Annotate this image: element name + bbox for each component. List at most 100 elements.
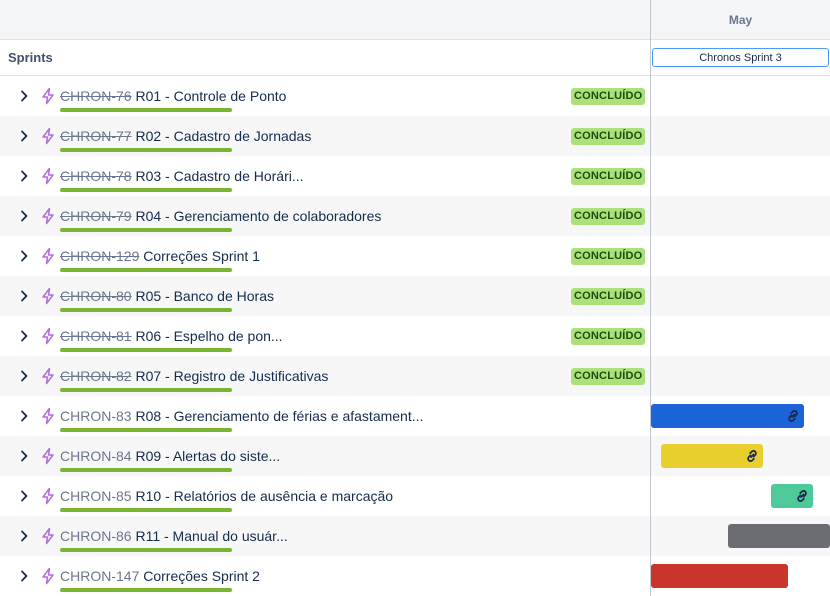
progress-bar	[60, 348, 232, 352]
issue-key[interactable]: CHRON-147	[60, 568, 139, 584]
issue-key[interactable]: CHRON-79	[60, 208, 132, 224]
progress-bar	[60, 388, 232, 392]
timeline-row	[651, 556, 830, 596]
epic-lightning-icon	[39, 127, 57, 145]
timeline-row	[651, 276, 830, 316]
epic-lightning-icon	[39, 367, 57, 385]
timeline-row	[651, 76, 830, 116]
issue-title: R07 - Registro de Justificativas	[135, 368, 329, 384]
epic-lightning-icon	[39, 207, 57, 225]
timeline-bar[interactable]	[651, 564, 788, 588]
chevron-right-icon[interactable]	[17, 569, 31, 583]
issue-key[interactable]: CHRON-84	[60, 448, 132, 464]
progress-bar	[60, 268, 232, 272]
issue-row[interactable]: CHRON-82 R07 - Registro de Justificativa…	[0, 356, 651, 396]
issue-title: R01 - Controle de Ponto	[135, 88, 287, 104]
issue-summary[interactable]: CHRON-129 Correções Sprint 1	[60, 248, 260, 264]
issue-row[interactable]: CHRON-78 R03 - Cadastro de Horári... CONC…	[0, 156, 651, 196]
issue-key[interactable]: CHRON-80	[60, 288, 132, 304]
chevron-right-icon[interactable]	[17, 409, 31, 423]
issue-key[interactable]: CHRON-78	[60, 168, 132, 184]
timeline-pane: May Chronos Sprint 3	[651, 0, 830, 596]
progress-bar	[60, 428, 232, 432]
chevron-right-icon[interactable]	[17, 369, 31, 383]
chevron-right-icon[interactable]	[17, 249, 31, 263]
sprint-chip[interactable]: Chronos Sprint 3	[652, 48, 829, 67]
issue-summary[interactable]: CHRON-85 R10 - Relatórios de ausência e …	[60, 488, 393, 504]
issue-row[interactable]: CHRON-77 R02 - Cadastro de Jornadas CONCL…	[0, 116, 651, 156]
chevron-right-icon[interactable]	[17, 209, 31, 223]
progress-bar	[60, 188, 232, 192]
chevron-right-icon[interactable]	[17, 169, 31, 183]
issue-row[interactable]: CHRON-129 Correções Sprint 1 CONCLUÍDO	[0, 236, 651, 276]
issue-row[interactable]: CHRON-84 R09 - Alertas do siste...	[0, 436, 651, 476]
issue-row[interactable]: CHRON-86 R11 - Manual do usuár...	[0, 516, 651, 556]
issue-summary[interactable]: CHRON-76 R01 - Controle de Ponto	[60, 88, 286, 104]
issue-row[interactable]: CHRON-83 R08 - Gerenciamento de férias e…	[0, 396, 651, 436]
timeline-bar[interactable]	[651, 404, 804, 428]
link-icon[interactable]	[794, 488, 810, 504]
issue-summary[interactable]: CHRON-78 R03 - Cadastro de Horári...	[60, 168, 304, 184]
issue-title: R10 - Relatórios de ausência e marcação	[135, 488, 394, 504]
issue-summary[interactable]: CHRON-83 R08 - Gerenciamento de férias e…	[60, 408, 423, 424]
timeline-header: May	[651, 0, 830, 40]
issue-row[interactable]: CHRON-80 R05 - Banco de Horas CONCLUÍDO	[0, 276, 651, 316]
issue-title: R04 - Gerenciamento de colaboradores	[135, 208, 382, 224]
issue-summary[interactable]: CHRON-147 Correções Sprint 2	[60, 568, 260, 584]
issue-row[interactable]: CHRON-79 R04 - Gerenciamento de colabora…	[0, 196, 651, 236]
issue-key[interactable]: CHRON-86	[60, 528, 132, 544]
epic-lightning-icon	[39, 567, 57, 585]
timeline-row	[651, 396, 830, 436]
link-icon[interactable]	[785, 408, 801, 424]
progress-bar	[60, 108, 232, 112]
progress-bar	[60, 228, 232, 232]
chevron-right-icon[interactable]	[17, 449, 31, 463]
issue-title: Correções Sprint 1	[143, 248, 260, 264]
status-badge: CONCLUÍDO	[571, 208, 646, 225]
chevron-right-icon[interactable]	[17, 529, 31, 543]
epic-lightning-icon	[39, 527, 57, 545]
chevron-right-icon[interactable]	[17, 89, 31, 103]
chevron-right-icon[interactable]	[17, 489, 31, 503]
epic-lightning-icon	[39, 87, 57, 105]
epic-lightning-icon	[39, 247, 57, 265]
issue-row[interactable]: CHRON-85 R10 - Relatórios de ausência e …	[0, 476, 651, 516]
list-header	[0, 0, 651, 40]
timeline-bar[interactable]	[661, 444, 763, 468]
timeline-bar[interactable]	[771, 484, 813, 508]
issue-title: R11 - Manual do usuár...	[135, 528, 288, 544]
issue-title: R09 - Alertas do siste...	[135, 448, 281, 464]
issue-row[interactable]: CHRON-147 Correções Sprint 2	[0, 556, 651, 596]
issue-key[interactable]: CHRON-76	[60, 88, 132, 104]
epic-lightning-icon	[39, 447, 57, 465]
issue-summary[interactable]: CHRON-80 R05 - Banco de Horas	[60, 288, 274, 304]
issue-summary[interactable]: CHRON-77 R02 - Cadastro de Jornadas	[60, 128, 311, 144]
issue-row[interactable]: CHRON-76 R01 - Controle de Ponto CONCLUÍD…	[0, 76, 651, 116]
timeline-row	[651, 196, 830, 236]
timeline-bar[interactable]	[728, 524, 830, 548]
issue-summary[interactable]: CHRON-84 R09 - Alertas do siste...	[60, 448, 280, 464]
issue-key[interactable]: CHRON-82	[60, 368, 132, 384]
chevron-right-icon[interactable]	[17, 289, 31, 303]
status-badge: CONCLUÍDO	[571, 168, 646, 185]
chevron-right-icon[interactable]	[17, 329, 31, 343]
timeline-row	[651, 436, 830, 476]
timeline-row	[651, 316, 830, 356]
chevron-right-icon[interactable]	[17, 129, 31, 143]
month-label: May	[728, 12, 753, 27]
issue-key[interactable]: CHRON-77	[60, 128, 132, 144]
issue-key[interactable]: CHRON-85	[60, 488, 132, 504]
issue-summary[interactable]: CHRON-82 R07 - Registro de Justificativa…	[60, 368, 328, 384]
status-badge: CONCLUÍDO	[571, 248, 646, 265]
issue-key[interactable]: CHRON-129	[60, 248, 139, 264]
link-icon[interactable]	[744, 448, 760, 464]
issue-summary[interactable]: CHRON-86 R11 - Manual do usuár...	[60, 528, 288, 544]
issue-key[interactable]: CHRON-81	[60, 328, 132, 344]
issue-row[interactable]: CHRON-81 R06 - Espelho de pon... CONCLUÍD…	[0, 316, 651, 356]
epic-lightning-icon	[39, 287, 57, 305]
issue-summary[interactable]: CHRON-81 R06 - Espelho de pon...	[60, 328, 283, 344]
status-badge: CONCLUÍDO	[571, 288, 646, 305]
issue-key[interactable]: CHRON-83	[60, 408, 132, 424]
timeline-sprints-row: Chronos Sprint 3	[651, 40, 830, 76]
issue-summary[interactable]: CHRON-79 R04 - Gerenciamento de colabora…	[60, 208, 381, 224]
